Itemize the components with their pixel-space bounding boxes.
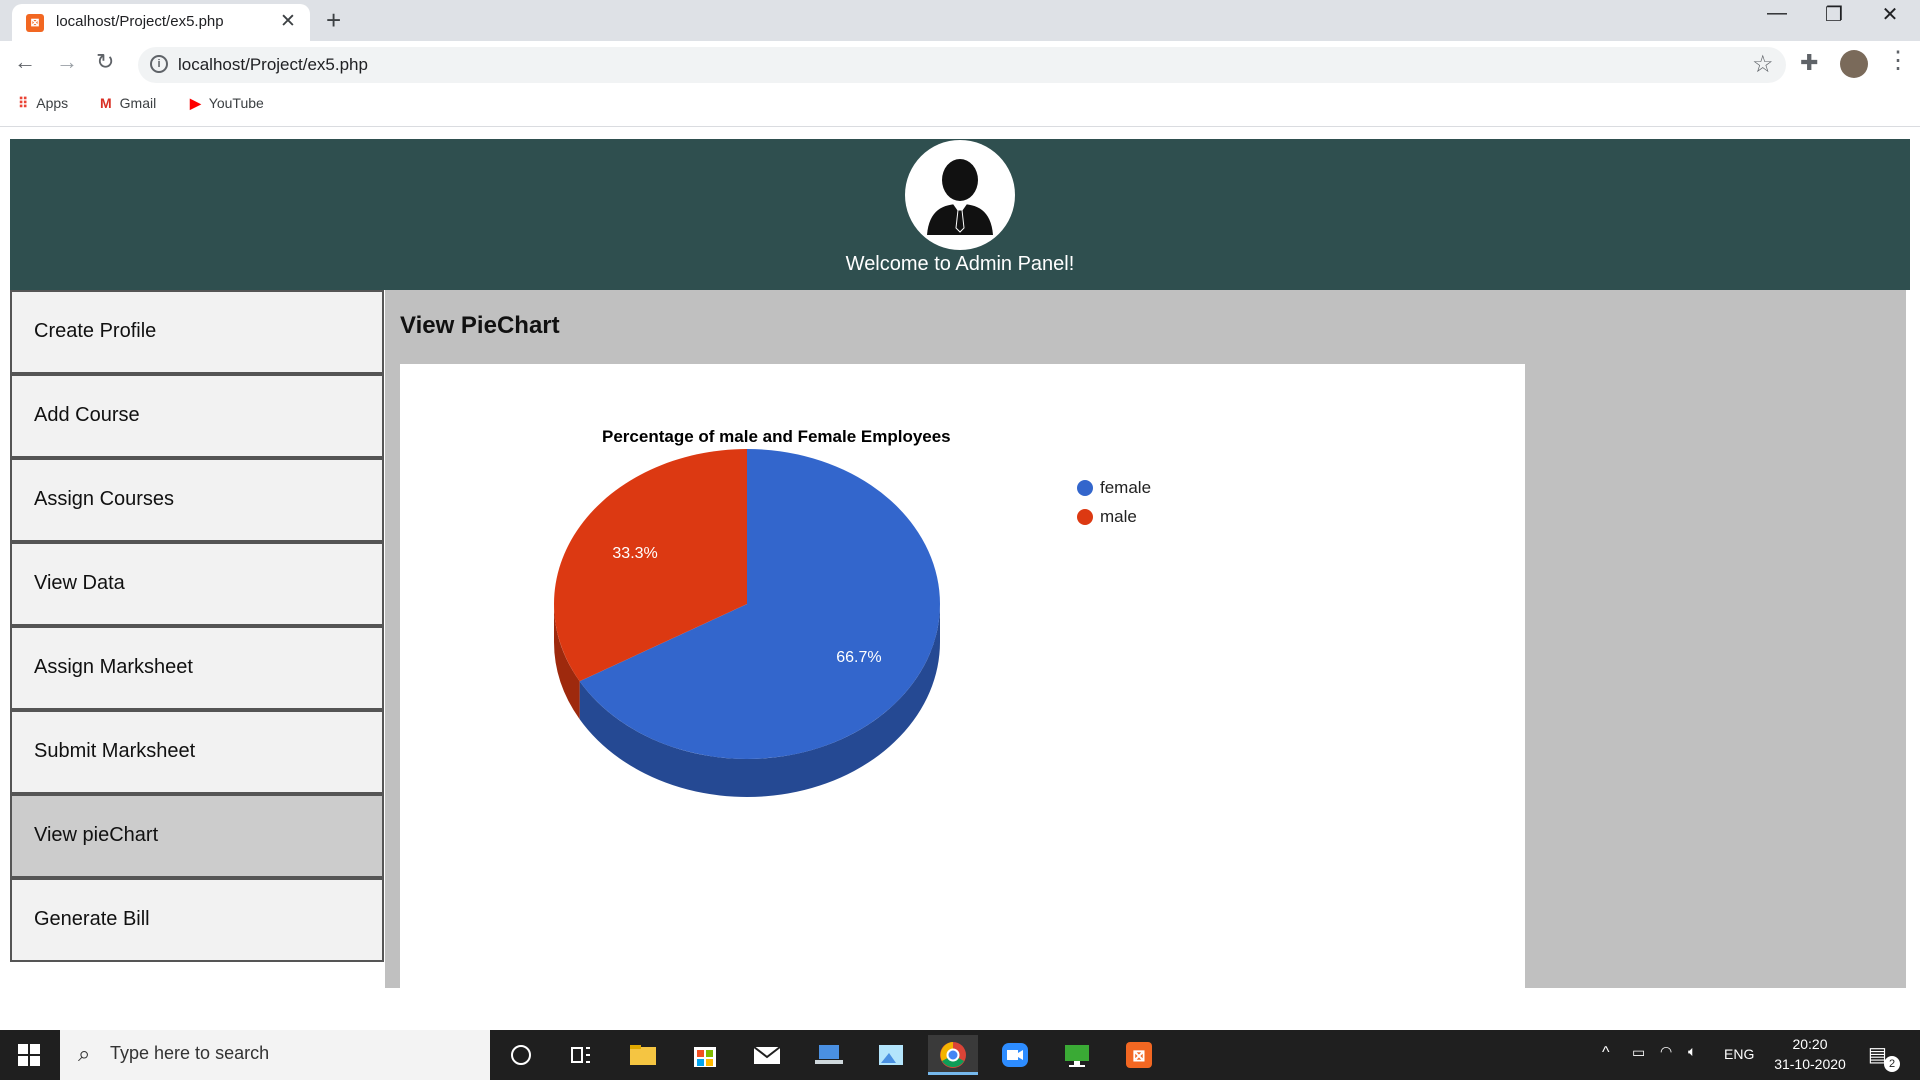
bookmarks-bar: ⠿ Apps M Gmail ▶ YouTube	[0, 87, 1920, 127]
close-tab-icon[interactable]: ✕	[280, 10, 296, 33]
chrome-icon[interactable]	[928, 1035, 978, 1075]
sidebar-item-submit-marksheet[interactable]: Submit Marksheet	[10, 710, 384, 794]
language-indicator[interactable]: ENG	[1724, 1046, 1754, 1062]
battery-icon[interactable]: ▭	[1632, 1044, 1645, 1061]
admin-header: Welcome to Admin Panel!	[10, 139, 1910, 290]
pie-label-female: 66.7%	[836, 649, 881, 666]
gmail-icon: M	[100, 95, 112, 111]
page-body: Welcome to Admin Panel! Create Profile A…	[0, 128, 1920, 1030]
sidebar-item-assign-courses[interactable]: Assign Courses	[10, 458, 384, 542]
profile-avatar[interactable]	[1840, 50, 1868, 78]
remote-desktop-icon[interactable]	[1052, 1035, 1102, 1075]
main-content: View PieChart Percentage of male and Fem…	[385, 290, 1906, 988]
sidebar-item-view-data[interactable]: View Data	[10, 542, 384, 626]
sidebar-item-view-piechart[interactable]: View pieChart	[10, 794, 384, 878]
url-text[interactable]: localhost/Project/ex5.php	[178, 55, 368, 75]
tab-title: localhost/Project/ex5.php	[56, 13, 224, 30]
windows-taskbar: ⌕ Type here to search ⊠ ^ ▭ ◠ 🔈︎ ENG 20:…	[0, 1030, 1920, 1080]
xampp-icon[interactable]: ⊠	[1114, 1035, 1164, 1075]
browser-tabstrip: ⊠ localhost/Project/ex5.php ✕ + — ❐ ✕	[0, 0, 1920, 41]
browser-tab[interactable]: ⊠ localhost/Project/ex5.php ✕	[12, 4, 310, 41]
sidebar-item-create-profile[interactable]: Create Profile	[10, 290, 384, 374]
admin-avatar-icon	[905, 140, 1015, 250]
svg-text:⊠: ⊠	[1132, 1048, 1145, 1065]
clock-date[interactable]: 31-10-2020	[1766, 1056, 1854, 1072]
apps-grid-icon: ⠿	[18, 95, 29, 111]
sidebar: Create Profile Add Course Assign Courses…	[10, 290, 385, 962]
legend-swatch-male	[1077, 509, 1093, 525]
legend-swatch-female	[1077, 480, 1093, 496]
minimize-icon[interactable]: —	[1757, 2, 1797, 25]
chart-title: Percentage of male and Female Employees	[602, 427, 951, 446]
task-view-icon[interactable]	[556, 1035, 606, 1075]
laptop-app-icon[interactable]	[804, 1035, 854, 1075]
youtube-icon: ▶	[190, 95, 201, 111]
file-explorer-icon[interactable]	[618, 1035, 668, 1075]
sidebar-item-generate-bill[interactable]: Generate Bill	[10, 878, 384, 962]
forward-icon[interactable]: →	[56, 49, 78, 75]
store-icon[interactable]	[680, 1035, 730, 1075]
window-close-icon[interactable]: ✕	[1870, 2, 1910, 27]
browser-menu-icon[interactable]: ⋮	[1886, 46, 1910, 75]
show-hidden-icons[interactable]: ^	[1602, 1044, 1610, 1062]
sidebar-item-add-course[interactable]: Add Course	[10, 374, 384, 458]
bookmark-youtube[interactable]: ▶ YouTube	[190, 95, 264, 112]
back-icon[interactable]: ←	[14, 49, 36, 75]
extensions-icon[interactable]: ✚	[1800, 50, 1818, 76]
browser-toolbar: ← → ↻ i localhost/Project/ex5.php ☆ ✚ ⋮	[0, 41, 1920, 87]
taskbar-search[interactable]: ⌕ Type here to search	[60, 1030, 490, 1080]
bookmark-gmail[interactable]: M Gmail	[100, 95, 156, 111]
zoom-icon[interactable]	[990, 1035, 1040, 1075]
wifi-icon[interactable]: ◠	[1660, 1043, 1672, 1060]
search-placeholder: Type here to search	[110, 1043, 270, 1063]
search-icon: ⌕	[78, 1041, 91, 1066]
sidebar-item-assign-marksheet[interactable]: Assign Marksheet	[10, 626, 384, 710]
legend-label-female: female	[1100, 478, 1151, 497]
chart-container: Percentage of male and Female Employees …	[400, 364, 1525, 988]
notification-count: 2	[1884, 1056, 1900, 1072]
restore-icon[interactable]: ❐	[1814, 2, 1854, 27]
bookmark-apps[interactable]: ⠿ Apps	[18, 95, 68, 112]
reload-icon[interactable]: ↻	[96, 49, 114, 75]
windows-start-icon[interactable]	[18, 1044, 40, 1066]
legend-label-male: male	[1100, 507, 1137, 526]
site-info-icon[interactable]: i	[150, 55, 168, 73]
bookmark-star-icon[interactable]: ☆	[1752, 50, 1774, 79]
xampp-favicon-icon: ⊠	[26, 14, 44, 32]
volume-icon[interactable]: 🔈︎	[1688, 1043, 1696, 1060]
clock-time[interactable]: 20:20	[1770, 1036, 1850, 1052]
photos-app-icon[interactable]	[866, 1035, 916, 1075]
pie-chart: Percentage of male and Female Employees …	[554, 427, 1151, 797]
pie-label-male: 33.3%	[612, 545, 657, 562]
new-tab-icon[interactable]: +	[326, 5, 341, 36]
address-bar[interactable]: i localhost/Project/ex5.php ☆	[138, 47, 1786, 83]
page-title: View PieChart	[400, 312, 560, 339]
welcome-text: Welcome to Admin Panel!	[845, 253, 1075, 275]
mail-icon[interactable]	[742, 1035, 792, 1075]
cortana-icon[interactable]	[496, 1035, 546, 1075]
